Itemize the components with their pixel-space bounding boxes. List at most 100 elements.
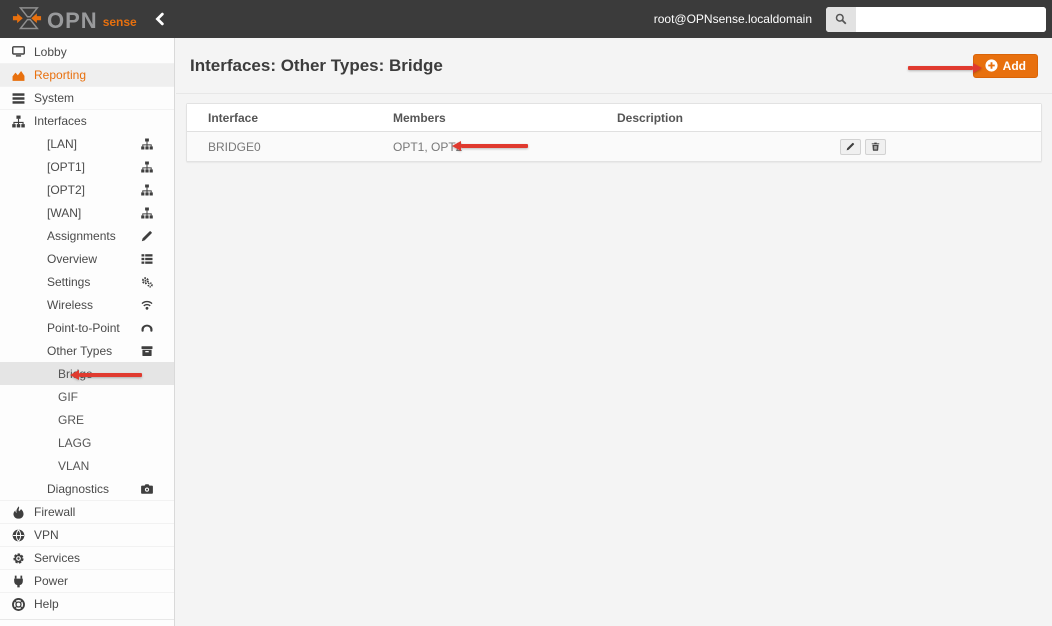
sitemap-icon bbox=[12, 115, 25, 128]
sidebar-divider bbox=[0, 619, 174, 620]
search-icon bbox=[826, 6, 856, 32]
pencil-icon bbox=[141, 230, 153, 242]
page-title: Interfaces: Other Types: Bridge bbox=[190, 55, 443, 75]
sidebar-item-label: GRE bbox=[58, 412, 85, 427]
desktop-icon bbox=[12, 45, 25, 58]
sitemap-icon bbox=[141, 161, 153, 173]
tasks-icon bbox=[12, 92, 25, 105]
gear-icon bbox=[12, 552, 25, 565]
sidebar-item-system[interactable]: System bbox=[0, 86, 174, 109]
sidebar-item-label: LAGG bbox=[58, 435, 92, 450]
archive-icon bbox=[141, 345, 153, 357]
interface-cell: BRIDGE0 bbox=[208, 139, 261, 154]
sidebar-item-firewall[interactable]: Firewall bbox=[0, 500, 174, 523]
members-cell: OPT1, OPT2 bbox=[393, 139, 463, 154]
logged-in-user: root@OPNsense.localdomain bbox=[653, 12, 812, 26]
add-button-label: Add bbox=[1002, 58, 1026, 73]
globe-icon bbox=[12, 529, 25, 542]
top-bar: OPN sense root@OPNsense.localdomain bbox=[0, 0, 1052, 38]
sidebar-item-interfaces[interactable]: Interfaces bbox=[0, 109, 174, 132]
opnsense-logo-icon bbox=[12, 6, 42, 32]
add-button[interactable]: Add bbox=[972, 53, 1038, 78]
sidebar-item-label: Assignments bbox=[47, 228, 116, 243]
row-actions bbox=[828, 138, 1041, 155]
sidebar-item-wireless[interactable]: Wireless bbox=[0, 293, 174, 316]
sidebar-item-lan[interactable]: [LAN] bbox=[0, 132, 174, 155]
plus-circle-icon bbox=[985, 59, 998, 72]
chart-area-icon bbox=[12, 69, 25, 82]
sidebar-item-diagnostics[interactable]: Diagnostics bbox=[0, 477, 174, 500]
sidebar-item-label: Power bbox=[34, 574, 69, 588]
chevron-left-icon bbox=[153, 12, 167, 26]
sidebar-item-label: Point-to-Point bbox=[47, 320, 120, 335]
sidebar-item-gre[interactable]: GRE bbox=[0, 408, 174, 431]
column-header-interface: Interface bbox=[208, 110, 259, 125]
sidebar-item-bridge[interactable]: Bridge bbox=[0, 362, 174, 385]
edit-button[interactable] bbox=[840, 138, 861, 155]
phone-icon bbox=[141, 322, 153, 334]
sidebar-item-lagg[interactable]: LAGG bbox=[0, 431, 174, 454]
sidebar-item-opt2[interactable]: [OPT2] bbox=[0, 178, 174, 201]
cogs-icon bbox=[141, 276, 153, 288]
sidebar-item-label: [WAN] bbox=[47, 205, 82, 220]
sidebar-item-vlan[interactable]: VLAN bbox=[0, 454, 174, 477]
life-ring-icon bbox=[12, 597, 25, 611]
bridge-table: Interface Members Description BRIDGE0 OPT1,… bbox=[186, 103, 1042, 162]
sidebar-item-label: Diagnostics bbox=[47, 481, 110, 496]
delete-button[interactable] bbox=[865, 138, 886, 155]
sitemap-icon bbox=[141, 184, 153, 196]
sidebar-item-label: Lobby bbox=[34, 44, 67, 59]
column-header-description: Description bbox=[617, 110, 684, 125]
sidebar-item-label: Overview bbox=[47, 251, 98, 266]
sidebar-item-point-to-point[interactable]: Point-to-Point bbox=[0, 316, 174, 339]
sidebar-item-label: Interfaces bbox=[34, 114, 87, 128]
table-body: BRIDGE0 OPT1, OPT2 bbox=[187, 132, 1041, 161]
column-header-members: Members bbox=[393, 110, 446, 125]
global-search bbox=[826, 6, 1046, 32]
pencil-icon bbox=[846, 142, 855, 151]
sidebar-item-label: Firewall bbox=[34, 505, 76, 519]
sidebar-item-label: [OPT1] bbox=[47, 159, 86, 174]
sidebar-item-help[interactable]: Help bbox=[0, 592, 174, 615]
sidebar-item-label: Reporting bbox=[34, 68, 87, 82]
table-header-row: Interface Members Description bbox=[187, 104, 1041, 132]
sidebar-item-label: VLAN bbox=[58, 458, 90, 473]
sidebar-item-reporting[interactable]: Reporting bbox=[0, 63, 174, 86]
sidebar-item-opt1[interactable]: [OPT1] bbox=[0, 155, 174, 178]
sidebar-item-wan[interactable]: [WAN] bbox=[0, 201, 174, 224]
sidebar-item-services[interactable]: Services bbox=[0, 546, 174, 569]
sitemap-icon bbox=[141, 138, 153, 150]
wifi-icon bbox=[141, 299, 153, 311]
opnsense-logo[interactable]: OPN sense bbox=[12, 6, 137, 32]
main-content: Interfaces: Other Types: Bridge Add Inte… bbox=[176, 38, 1052, 626]
sitemap-icon bbox=[141, 207, 153, 219]
brand-text-opn: OPN bbox=[47, 8, 98, 33]
sidebar-item-label: Wireless bbox=[47, 297, 94, 312]
trash-icon bbox=[871, 142, 880, 151]
sidebar-item-vpn[interactable]: VPN bbox=[0, 523, 174, 546]
sidebar-item-overview[interactable]: Overview bbox=[0, 247, 174, 270]
sidebar-item-lobby[interactable]: Lobby bbox=[0, 40, 174, 63]
fire-icon bbox=[12, 505, 25, 519]
table-row: BRIDGE0 OPT1, OPT2 bbox=[187, 132, 1041, 161]
sidebar-item-assignments[interactable]: Assignments bbox=[0, 224, 174, 247]
sidebar-item-label: GIF bbox=[58, 389, 78, 404]
sidebar-item-gif[interactable]: GIF bbox=[0, 385, 174, 408]
sidebar-item-label: Services bbox=[34, 551, 81, 565]
sidebar-item-label: [LAN] bbox=[47, 136, 78, 151]
sidebar-collapse-button[interactable] bbox=[153, 12, 167, 26]
search-input[interactable] bbox=[856, 6, 1046, 32]
sidebar-item-other-types[interactable]: Other Types bbox=[0, 339, 174, 362]
sidebar-item-power[interactable]: Power bbox=[0, 569, 174, 592]
brand-text-sense: sense bbox=[102, 15, 137, 29]
sidebar-item-label: VPN bbox=[34, 528, 59, 542]
sidebar-item-label: Bridge bbox=[58, 366, 93, 381]
sidebar-item-settings[interactable]: Settings bbox=[0, 270, 174, 293]
sidebar-item-label: Other Types bbox=[47, 343, 113, 358]
camera-icon bbox=[141, 483, 153, 495]
sidebar-nav: Lobby Reporting System Interfaces [LAN] [OPT1… bbox=[0, 38, 175, 626]
plug-icon bbox=[12, 575, 25, 588]
sidebar-item-label: Settings bbox=[47, 274, 91, 289]
th-list-icon bbox=[141, 253, 153, 265]
sidebar-item-label: [OPT2] bbox=[47, 182, 86, 197]
